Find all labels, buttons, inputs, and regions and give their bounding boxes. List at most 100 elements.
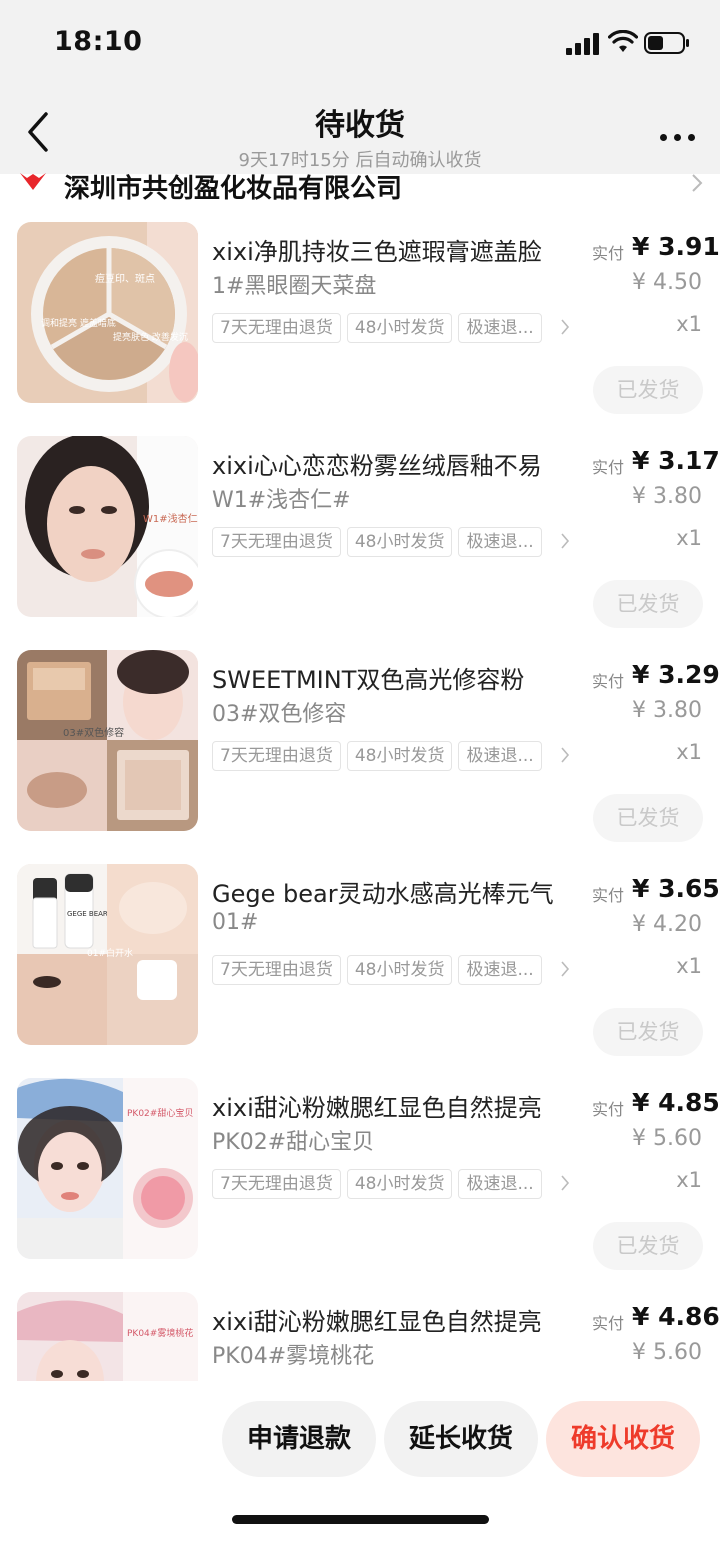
service-tag: 极速退... <box>458 955 542 985</box>
paid-price: ¥ 3.65 <box>632 874 720 903</box>
product-title[interactable]: SWEETMINT双色高光修容粉 <box>212 660 572 695</box>
product-title[interactable]: xixi心心恋恋粉雾丝绒唇釉不易 <box>212 446 572 481</box>
chevron-right-icon <box>692 174 703 192</box>
original-price: ¥ 5.60 <box>632 1126 702 1151</box>
product-item[interactable]: GEGE BEAR 01#白开水 Gege bear灵动水感高光棒元气 01# … <box>0 856 720 1070</box>
thumb-label: PK04#雾境桃花 <box>127 1327 193 1339</box>
more-options-icon[interactable] <box>660 126 704 141</box>
service-tag: 48小时发货 <box>346 1169 453 1199</box>
product-variant: 01# <box>212 910 259 935</box>
paid-price: ¥ 3.29 <box>632 660 720 689</box>
quantity: x1 <box>676 312 702 336</box>
service-tag: 48小时发货 <box>346 741 453 771</box>
product-item[interactable]: 痘豆印、斑点 提亮肤色 改善发沉 调和提亮 遮盖暗底 xixi净肌持妆三色遮瑕膏… <box>0 214 720 428</box>
thumb-label: PK02#甜心宝贝 <box>127 1107 193 1119</box>
product-thumbnail[interactable]: GEGE BEAR 01#白开水 <box>17 864 198 1045</box>
service-tag: 7天无理由退货 <box>212 1169 341 1199</box>
thumb-label: 03#双色修容 <box>63 726 124 739</box>
original-price: ¥ 5.60 <box>632 1340 702 1365</box>
original-price: ¥ 3.80 <box>632 698 702 723</box>
product-thumbnail[interactable]: PK04#雾境桃花 <box>17 1292 198 1381</box>
status-time: 18:10 <box>54 26 143 57</box>
paid-label: 实付 <box>592 244 625 263</box>
service-tag: 7天无理由退货 <box>212 955 341 985</box>
service-tag: 极速退... <box>458 527 542 557</box>
chevron-right-icon[interactable] <box>560 746 570 764</box>
page-title: 待收货 <box>315 108 405 143</box>
paid-price: ¥ 4.85 <box>632 1088 720 1117</box>
product-thumbnail[interactable]: PK02#甜心宝贝 <box>17 1078 198 1259</box>
paid-price: ¥ 3.91 <box>632 232 720 261</box>
service-tag: 极速退... <box>458 1169 542 1199</box>
battery-icon <box>644 32 689 54</box>
product-variant: PK04#雾境桃花 <box>212 1344 375 1369</box>
shipped-status-button[interactable]: 已发货 <box>593 794 703 842</box>
service-tag: 48小时发货 <box>346 527 453 557</box>
chevron-right-icon[interactable] <box>560 960 570 978</box>
thumb-label: 痘豆印、斑点 <box>95 272 155 285</box>
product-title[interactable]: Gege bear灵动水感高光棒元气 <box>212 874 572 909</box>
service-tags[interactable]: 7天无理由退货 48小时发货 极速退... <box>212 313 568 345</box>
thumb-label: GEGE BEAR <box>67 910 108 918</box>
product-item[interactable]: 03#双色修容 SWEETMINT双色高光修容粉 03#双色修容 7天无理由退货… <box>0 642 720 856</box>
cellular-signal-icon <box>566 33 599 55</box>
paid-label: 实付 <box>592 1100 625 1119</box>
thumb-label: 提亮肤色 改善发沉 <box>113 331 188 343</box>
shipped-status-button[interactable]: 已发货 <box>593 366 703 414</box>
extend-receipt-button[interactable]: 延长收货 <box>384 1401 538 1477</box>
service-tags[interactable]: 7天无理由退货 48小时发货 极速退... <box>212 1169 568 1201</box>
product-title[interactable]: xixi甜沁粉嫩腮红显色自然提亮 <box>212 1088 572 1123</box>
quantity: x1 <box>676 740 702 764</box>
store-logo-icon <box>20 173 46 190</box>
service-tag: 7天无理由退货 <box>212 313 341 343</box>
product-variant: 03#双色修容 <box>212 702 347 727</box>
shipped-status-button[interactable]: 已发货 <box>593 1008 703 1056</box>
shipped-status-button[interactable]: 已发货 <box>593 580 703 628</box>
original-price: ¥ 4.50 <box>632 270 702 295</box>
service-tag: 7天无理由退货 <box>212 741 341 771</box>
store-header[interactable]: 深圳市共创盈化妆品有限公司 <box>0 166 720 204</box>
service-tag: 极速退... <box>458 313 542 343</box>
status-bar: 18:10 <box>0 0 720 90</box>
thumb-label: W1#浅杏仁 <box>143 512 198 525</box>
product-variant: 1#黑眼圈天菜盘 <box>212 274 377 299</box>
paid-label: 实付 <box>592 458 625 477</box>
service-tags[interactable]: 7天无理由退货 48小时发货 极速退... <box>212 527 568 559</box>
original-price: ¥ 3.80 <box>632 484 702 509</box>
home-indicator[interactable] <box>232 1515 489 1524</box>
request-refund-button[interactable]: 申请退款 <box>222 1401 376 1477</box>
confirm-receipt-button[interactable]: 确认收货 <box>546 1401 700 1477</box>
service-tag: 48小时发货 <box>346 313 453 343</box>
service-tag: 48小时发货 <box>346 955 453 985</box>
quantity: x1 <box>676 526 702 550</box>
shipped-status-button[interactable]: 已发货 <box>593 1222 703 1270</box>
product-item[interactable]: PK04#雾境桃花 xixi甜沁粉嫩腮红显色自然提亮 PK04#雾境桃花 实付 … <box>0 1284 720 1381</box>
product-item[interactable]: W1#浅杏仁 xixi心心恋恋粉雾丝绒唇釉不易 W1#浅杏仁# 7天无理由退货 4… <box>0 428 720 642</box>
product-title[interactable]: xixi甜沁粉嫩腮红显色自然提亮 <box>212 1302 572 1337</box>
paid-label: 实付 <box>592 672 625 691</box>
chevron-right-icon[interactable] <box>560 532 570 550</box>
quantity: x1 <box>676 1168 702 1192</box>
service-tags[interactable]: 7天无理由退货 48小时发货 极速退... <box>212 955 568 987</box>
product-thumbnail[interactable]: 痘豆印、斑点 提亮肤色 改善发沉 调和提亮 遮盖暗底 <box>17 222 198 403</box>
product-thumbnail[interactable]: W1#浅杏仁 <box>17 436 198 617</box>
wifi-icon <box>608 30 638 52</box>
product-item[interactable]: PK02#甜心宝贝 xixi甜沁粉嫩腮红显色自然提亮 PK02#甜心宝贝 7天无… <box>0 1070 720 1284</box>
service-tag: 7天无理由退货 <box>212 527 341 557</box>
chevron-right-icon[interactable] <box>560 318 570 336</box>
store-name: 深圳市共创盈化妆品有限公司 <box>64 174 403 204</box>
chevron-right-icon[interactable] <box>560 1174 570 1192</box>
order-detail-screen: 18:10 待收货 9天17时15分 后自动确认收货 深圳市共创盈化妆品有限公司… <box>0 0 720 1558</box>
product-title[interactable]: xixi净肌持妆三色遮瑕膏遮盖脸 <box>212 232 572 267</box>
product-variant: PK02#甜心宝贝 <box>212 1130 375 1155</box>
paid-price: ¥ 3.17 <box>632 446 720 475</box>
paid-price: ¥ 4.86 <box>632 1302 720 1331</box>
paid-label: 实付 <box>592 886 625 905</box>
thumb-label: 调和提亮 遮盖暗底 <box>41 317 116 329</box>
thumb-label: 01#白开水 <box>87 947 133 959</box>
service-tags[interactable]: 7天无理由退货 48小时发货 极速退... <box>212 741 568 773</box>
nav-bar: 待收货 9天17时15分 后自动确认收货 <box>0 90 720 174</box>
bottom-action-bar: 申请退款 延长收货 确认收货 <box>0 1381 720 1558</box>
product-thumbnail[interactable]: 03#双色修容 <box>17 650 198 831</box>
quantity: x1 <box>676 954 702 978</box>
